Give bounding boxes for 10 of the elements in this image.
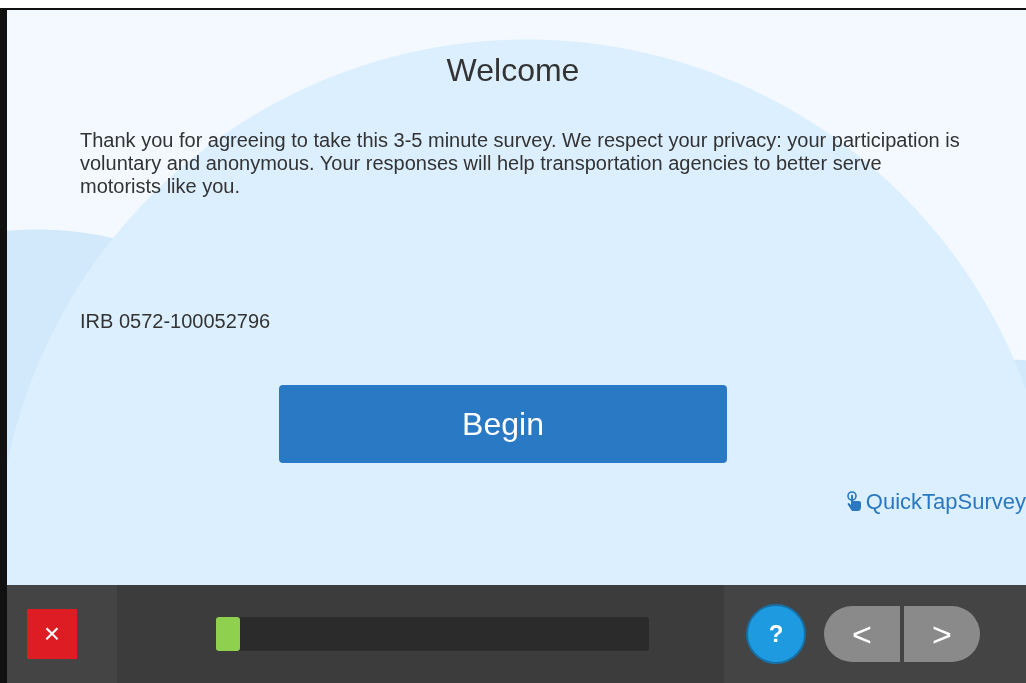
close-button[interactable]: ×: [27, 609, 77, 659]
previous-button[interactable]: <: [824, 606, 900, 662]
intro-paragraph: Thank you for agreeing to take this 3-5 minute survey. We respect your privacy: your participation is voluntary and anonymous. Your responses will help transportation agencies to better serve motorists like you.: [80, 129, 960, 198]
brand-logo: QuickTapSurvey: [845, 489, 1026, 515]
irb-number: IRB 0572-100052796: [80, 310, 272, 333]
welcome-title: Welcome: [446, 52, 580, 89]
hand-tap-icon: [845, 491, 862, 513]
help-button[interactable]: ?: [746, 604, 806, 664]
begin-button[interactable]: Begin: [279, 385, 727, 463]
next-button[interactable]: >: [904, 606, 980, 662]
